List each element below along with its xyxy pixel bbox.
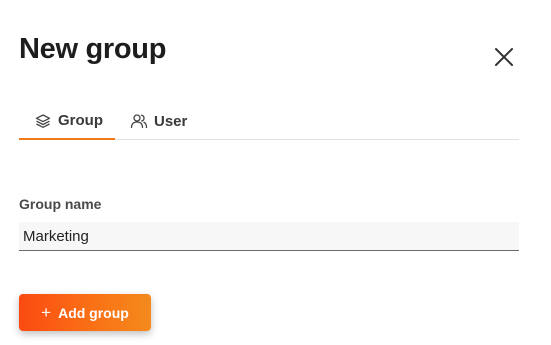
tab-user[interactable]: User (130, 103, 210, 139)
layers-icon (34, 112, 52, 130)
tab-bar: Group User (19, 103, 519, 140)
tab-group[interactable]: Group (19, 103, 115, 140)
group-name-input[interactable] (19, 222, 519, 250)
users-icon (130, 112, 148, 130)
group-name-label: Group name (19, 196, 102, 212)
plus-icon: + (41, 303, 52, 322)
close-icon (491, 44, 517, 70)
tab-user-label: User (154, 112, 188, 130)
group-name-field-wrapper (19, 222, 519, 251)
new-group-dialog: New group Group User Group name Marketin… (0, 0, 551, 345)
close-button[interactable] (491, 44, 517, 70)
add-group-label: Add group (58, 304, 129, 321)
dialog-title: New group (19, 33, 167, 65)
tab-group-label: Group (58, 112, 103, 129)
add-group-button[interactable]: + Add group (19, 294, 151, 331)
